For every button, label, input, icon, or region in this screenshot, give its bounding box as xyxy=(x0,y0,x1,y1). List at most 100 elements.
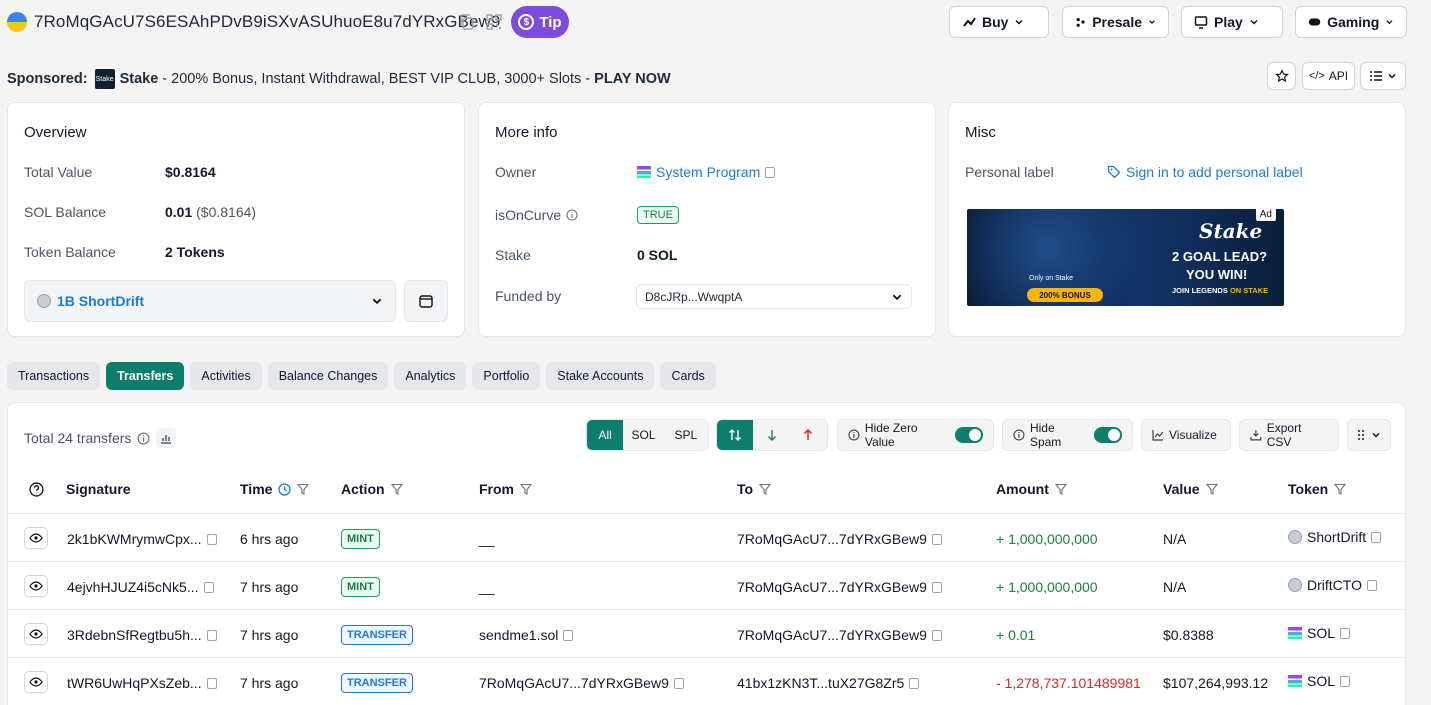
gamepad-icon xyxy=(1308,18,1321,26)
column-from-label: From xyxy=(479,481,514,497)
info-icon[interactable] xyxy=(137,431,150,445)
filter-icon[interactable] xyxy=(297,483,310,495)
copy-icon[interactable] xyxy=(909,677,920,689)
is-on-curve-row: isOnCurve xyxy=(495,207,578,223)
funded-by-select[interactable]: D8cJRp...WwqptA xyxy=(636,284,912,309)
info-icon[interactable] xyxy=(566,209,578,221)
filter-icon[interactable] xyxy=(759,483,772,495)
filter-icon[interactable] xyxy=(520,483,532,495)
hide-zero-value-toggle[interactable]: Hide Zero Value xyxy=(837,419,994,451)
dots-icon xyxy=(1076,18,1085,27)
tab-cards[interactable]: Cards xyxy=(660,362,716,390)
action-cell: MINT xyxy=(341,577,380,597)
view-transaction-button[interactable] xyxy=(24,575,48,597)
nav-presale-button[interactable]: Presale xyxy=(1062,6,1169,38)
view-transaction-button[interactable] xyxy=(24,671,48,693)
sponsored-banner[interactable]: Sponsored: Stake Stake - 200% Bonus, Ins… xyxy=(7,69,671,89)
tab-transactions[interactable]: Transactions xyxy=(7,362,101,390)
filter-all[interactable]: All xyxy=(587,420,624,450)
hide-spam-toggle[interactable]: Hide Spam xyxy=(1002,419,1133,451)
owner-label: Owner xyxy=(495,164,537,180)
hide-spam-switch[interactable] xyxy=(1094,427,1122,443)
tab-portfolio[interactable]: Portfolio xyxy=(472,362,541,390)
copy-icon[interactable] xyxy=(458,13,476,31)
signature-link[interactable]: 2k1bKWMrymwCpx... xyxy=(67,531,217,547)
time-cell: 7 hrs ago xyxy=(240,579,299,595)
sponsored-cta[interactable]: PLAY NOW xyxy=(594,71,671,87)
to-cell[interactable]: 41bx1zKN3T...tuX27G8Zr5 xyxy=(737,675,920,691)
ad-brand: Stake xyxy=(1199,219,1263,243)
nav-gaming-button[interactable]: Gaming xyxy=(1295,6,1407,38)
signature-link[interactable]: tWR6UwHqPXsZeb... xyxy=(67,675,217,691)
filter-sol[interactable]: SOL xyxy=(623,420,664,450)
is-on-curve-label: isOnCurve xyxy=(495,207,562,223)
copy-icon[interactable] xyxy=(203,581,214,593)
to-cell[interactable]: 7RoMqGAcU7...7dYRxGBew9 xyxy=(737,627,942,643)
owner-link[interactable]: System Program xyxy=(637,164,776,180)
clock-icon[interactable] xyxy=(278,482,292,496)
token-link[interactable]: DriftCTO xyxy=(1288,577,1377,593)
chart-toggle-button[interactable] xyxy=(156,428,177,448)
direction-both-button[interactable] xyxy=(717,420,754,450)
copy-icon[interactable] xyxy=(765,166,776,178)
tab-transfers[interactable]: Transfers xyxy=(106,362,185,390)
copy-icon[interactable] xyxy=(1340,675,1351,687)
view-transaction-button[interactable] xyxy=(24,623,48,645)
copy-icon[interactable] xyxy=(673,677,684,689)
signature-link[interactable]: 4ejvhHJUZ4i5cNk5... xyxy=(67,579,214,595)
add-personal-label-link[interactable]: Sign in to add personal label xyxy=(1107,164,1303,180)
row-divider xyxy=(8,609,1405,610)
export-csv-button[interactable]: Export CSV xyxy=(1239,419,1339,451)
nav-buy-button[interactable]: Buy xyxy=(949,6,1049,38)
token-link[interactable]: SOL xyxy=(1288,673,1351,689)
filter-icon[interactable] xyxy=(1334,483,1347,495)
token-link[interactable]: SOL xyxy=(1288,625,1351,641)
filter-spl[interactable]: SPL xyxy=(663,420,708,450)
filter-icon[interactable] xyxy=(1205,483,1218,495)
copy-icon[interactable] xyxy=(206,629,217,641)
token-select[interactable]: 1B ShortDrift xyxy=(24,280,396,322)
copy-icon[interactable] xyxy=(206,677,217,689)
copy-icon[interactable] xyxy=(1340,627,1351,639)
token-link[interactable]: ShortDrift xyxy=(1288,529,1382,545)
favorite-button[interactable] xyxy=(1267,62,1296,90)
tab-stake-accounts[interactable]: Stake Accounts xyxy=(546,362,655,390)
hide-zero-value-switch[interactable] xyxy=(955,427,983,443)
view-menu-button[interactable] xyxy=(1360,62,1406,90)
help-circle-icon[interactable] xyxy=(29,482,44,497)
to-cell[interactable]: 7RoMqGAcU7...7dYRxGBew9 xyxy=(737,579,942,595)
column-signature: Signature xyxy=(66,481,131,497)
filter-icon[interactable] xyxy=(1054,483,1067,495)
value-cell: $0.8388 xyxy=(1163,627,1214,643)
ad-tag: Ad xyxy=(1255,209,1276,221)
api-button[interactable]: </> API xyxy=(1302,62,1355,90)
tab-balance-changes[interactable]: Balance Changes xyxy=(267,362,389,390)
qr-code-icon[interactable] xyxy=(485,13,503,31)
from-cell[interactable]: sendme1.sol xyxy=(479,627,574,643)
nav-play-button[interactable]: Play xyxy=(1181,6,1283,38)
amount-cell: - 1,278,737.101489981 xyxy=(996,675,1141,691)
copy-icon[interactable] xyxy=(563,629,574,641)
direction-in-button[interactable] xyxy=(753,420,790,450)
copy-icon[interactable] xyxy=(1366,579,1377,591)
signature-link[interactable]: 3RdebnSfRegtbu5h... xyxy=(67,627,217,643)
stake-ad-banner[interactable]: Only on Stake 200% BONUS Stake 2 GOAL LE… xyxy=(967,209,1284,306)
filter-icon[interactable] xyxy=(390,483,403,495)
tip-button[interactable]: $ Tip xyxy=(511,6,569,38)
sol-balance-label: SOL Balance xyxy=(24,204,106,220)
to-cell[interactable]: 7RoMqGAcU7...7dYRxGBew9 xyxy=(737,531,942,547)
copy-icon[interactable] xyxy=(206,533,217,545)
direction-out-button[interactable] xyxy=(789,420,827,450)
tab-activities[interactable]: Activities xyxy=(190,362,262,390)
copy-icon[interactable] xyxy=(931,533,942,545)
view-transaction-button[interactable] xyxy=(24,527,48,549)
columns-menu-button[interactable] xyxy=(1347,419,1391,451)
copy-icon[interactable] xyxy=(931,581,942,593)
tab-analytics[interactable]: Analytics xyxy=(394,362,467,390)
wallet-button[interactable] xyxy=(404,280,448,322)
from-cell[interactable]: 7RoMqGAcU7...7dYRxGBew9 xyxy=(479,675,684,691)
copy-icon[interactable] xyxy=(931,629,942,641)
dollar-coin-icon: $ xyxy=(518,14,535,30)
visualize-button[interactable]: Visualize xyxy=(1141,419,1231,451)
copy-icon[interactable] xyxy=(1371,531,1382,543)
